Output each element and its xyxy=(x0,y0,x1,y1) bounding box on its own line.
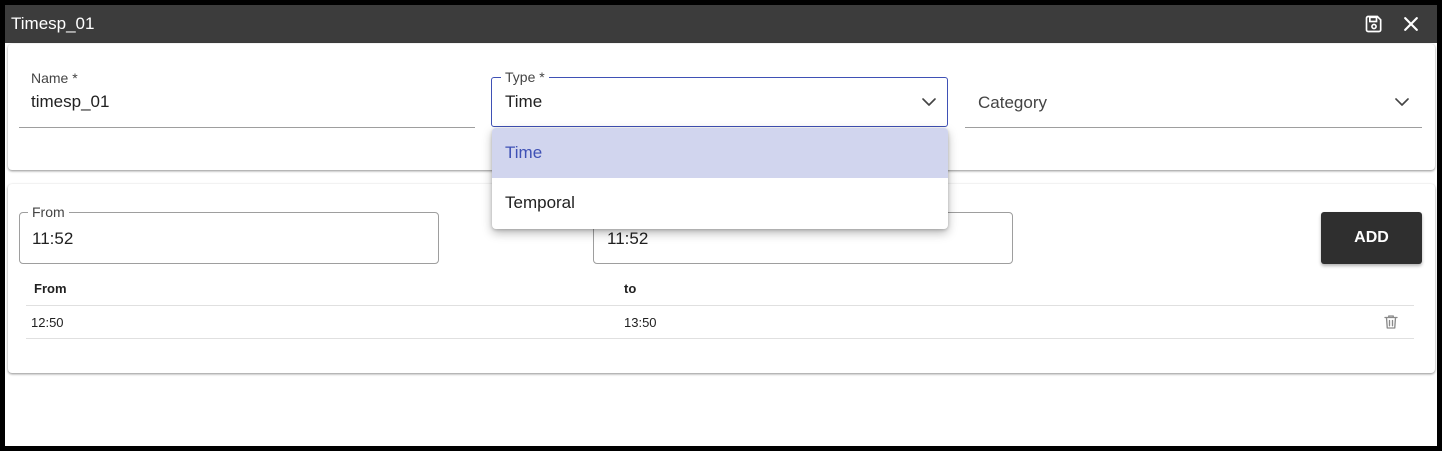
table-divider xyxy=(26,305,1414,306)
trash-icon[interactable] xyxy=(1382,313,1400,331)
window-title: Timesp_01 xyxy=(11,14,95,33)
from-time-field[interactable] xyxy=(19,212,439,264)
category-underline xyxy=(965,127,1422,128)
type-value: Time xyxy=(505,92,543,111)
add-button[interactable]: ADD xyxy=(1321,212,1422,264)
option-time[interactable]: Time xyxy=(492,128,948,178)
name-label: Name * xyxy=(31,70,78,86)
from-time-value: 11:52 xyxy=(32,229,74,248)
type-select[interactable] xyxy=(491,77,948,127)
table-cell-to: 13:50 xyxy=(624,315,657,330)
from-label: From xyxy=(28,204,69,220)
name-input[interactable]: timesp_01 xyxy=(31,92,109,112)
type-label: Type * xyxy=(501,69,549,85)
category-select[interactable]: Category xyxy=(978,93,1047,113)
save-icon[interactable] xyxy=(1364,14,1384,34)
column-header-from: From xyxy=(34,281,67,296)
to-time-value: 11:52 xyxy=(607,229,649,248)
type-dropdown-menu: Time Temporal xyxy=(492,128,948,229)
close-icon[interactable] xyxy=(1401,14,1421,34)
name-underline xyxy=(19,127,475,128)
chevron-down-icon[interactable] xyxy=(920,93,938,111)
chevron-down-icon[interactable] xyxy=(1393,93,1411,111)
option-temporal[interactable]: Temporal xyxy=(492,178,948,228)
title-bar: Timesp_01 xyxy=(5,5,1437,43)
column-header-to: to xyxy=(624,281,637,296)
table-row-divider xyxy=(26,338,1414,339)
table-cell-from: 12:50 xyxy=(31,315,64,330)
